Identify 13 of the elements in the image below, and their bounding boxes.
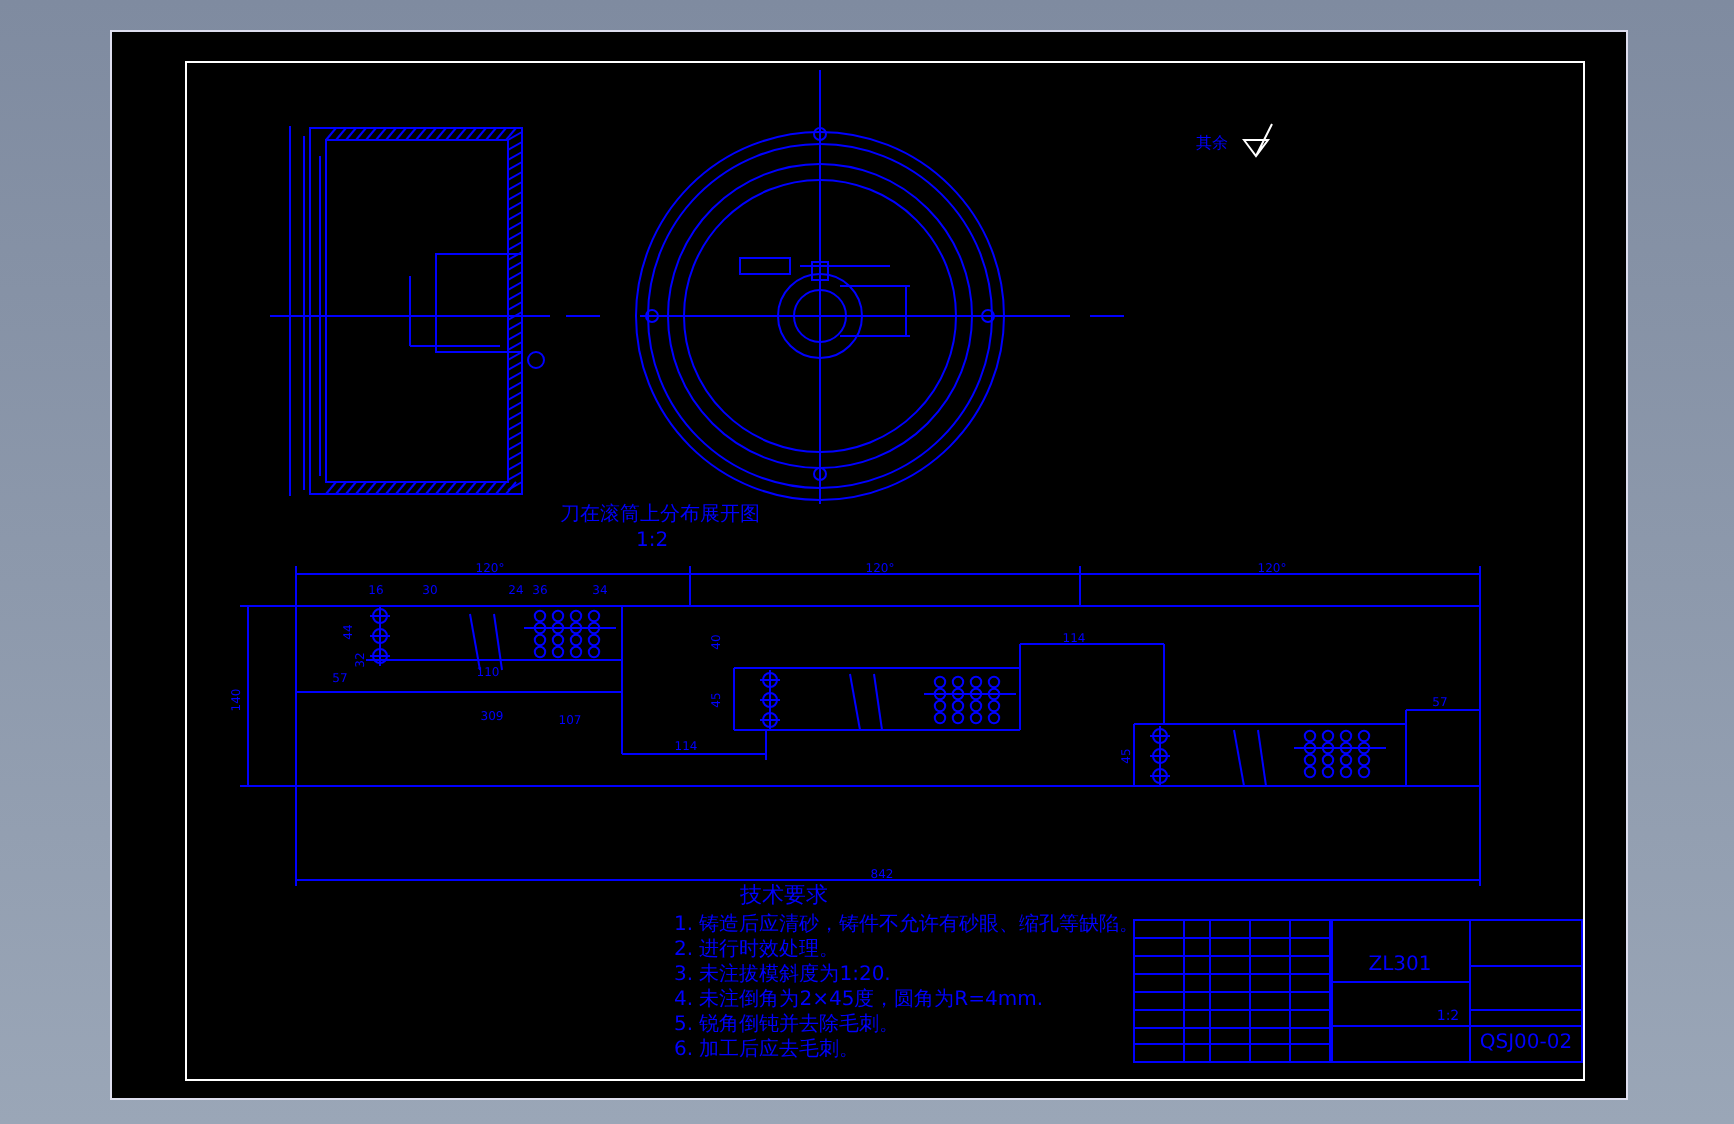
requirement-item: 1. 铸造后应清砂，铸件不允许有砂眼、缩孔等缺陷。 [674, 914, 1140, 936]
material-label: ZL301 [1368, 954, 1432, 976]
requirement-item: 5. 锐角倒钝并去除毛刺。 [674, 1014, 900, 1036]
requirement-item: 2. 进行时效处理。 [674, 939, 840, 961]
requirement-item: 6. 加工后应去毛刺。 [674, 1039, 860, 1061]
drawing-number: QSJ00-02 [1479, 1032, 1573, 1054]
requirements-title: 技术要求 [740, 882, 828, 908]
roughness-icon [1243, 123, 1273, 158]
requirement-item: 3. 未注拔模斜度为1:20. [674, 964, 891, 986]
requirement-item: 4. 未注倒角为2×45度，圆角为R=4mm. [674, 989, 1044, 1011]
view-scale: 1:2 [636, 530, 669, 552]
view-title: 刀在滚筒上分布展开图 [560, 504, 760, 526]
roughness-note: 其余 [1196, 134, 1228, 152]
